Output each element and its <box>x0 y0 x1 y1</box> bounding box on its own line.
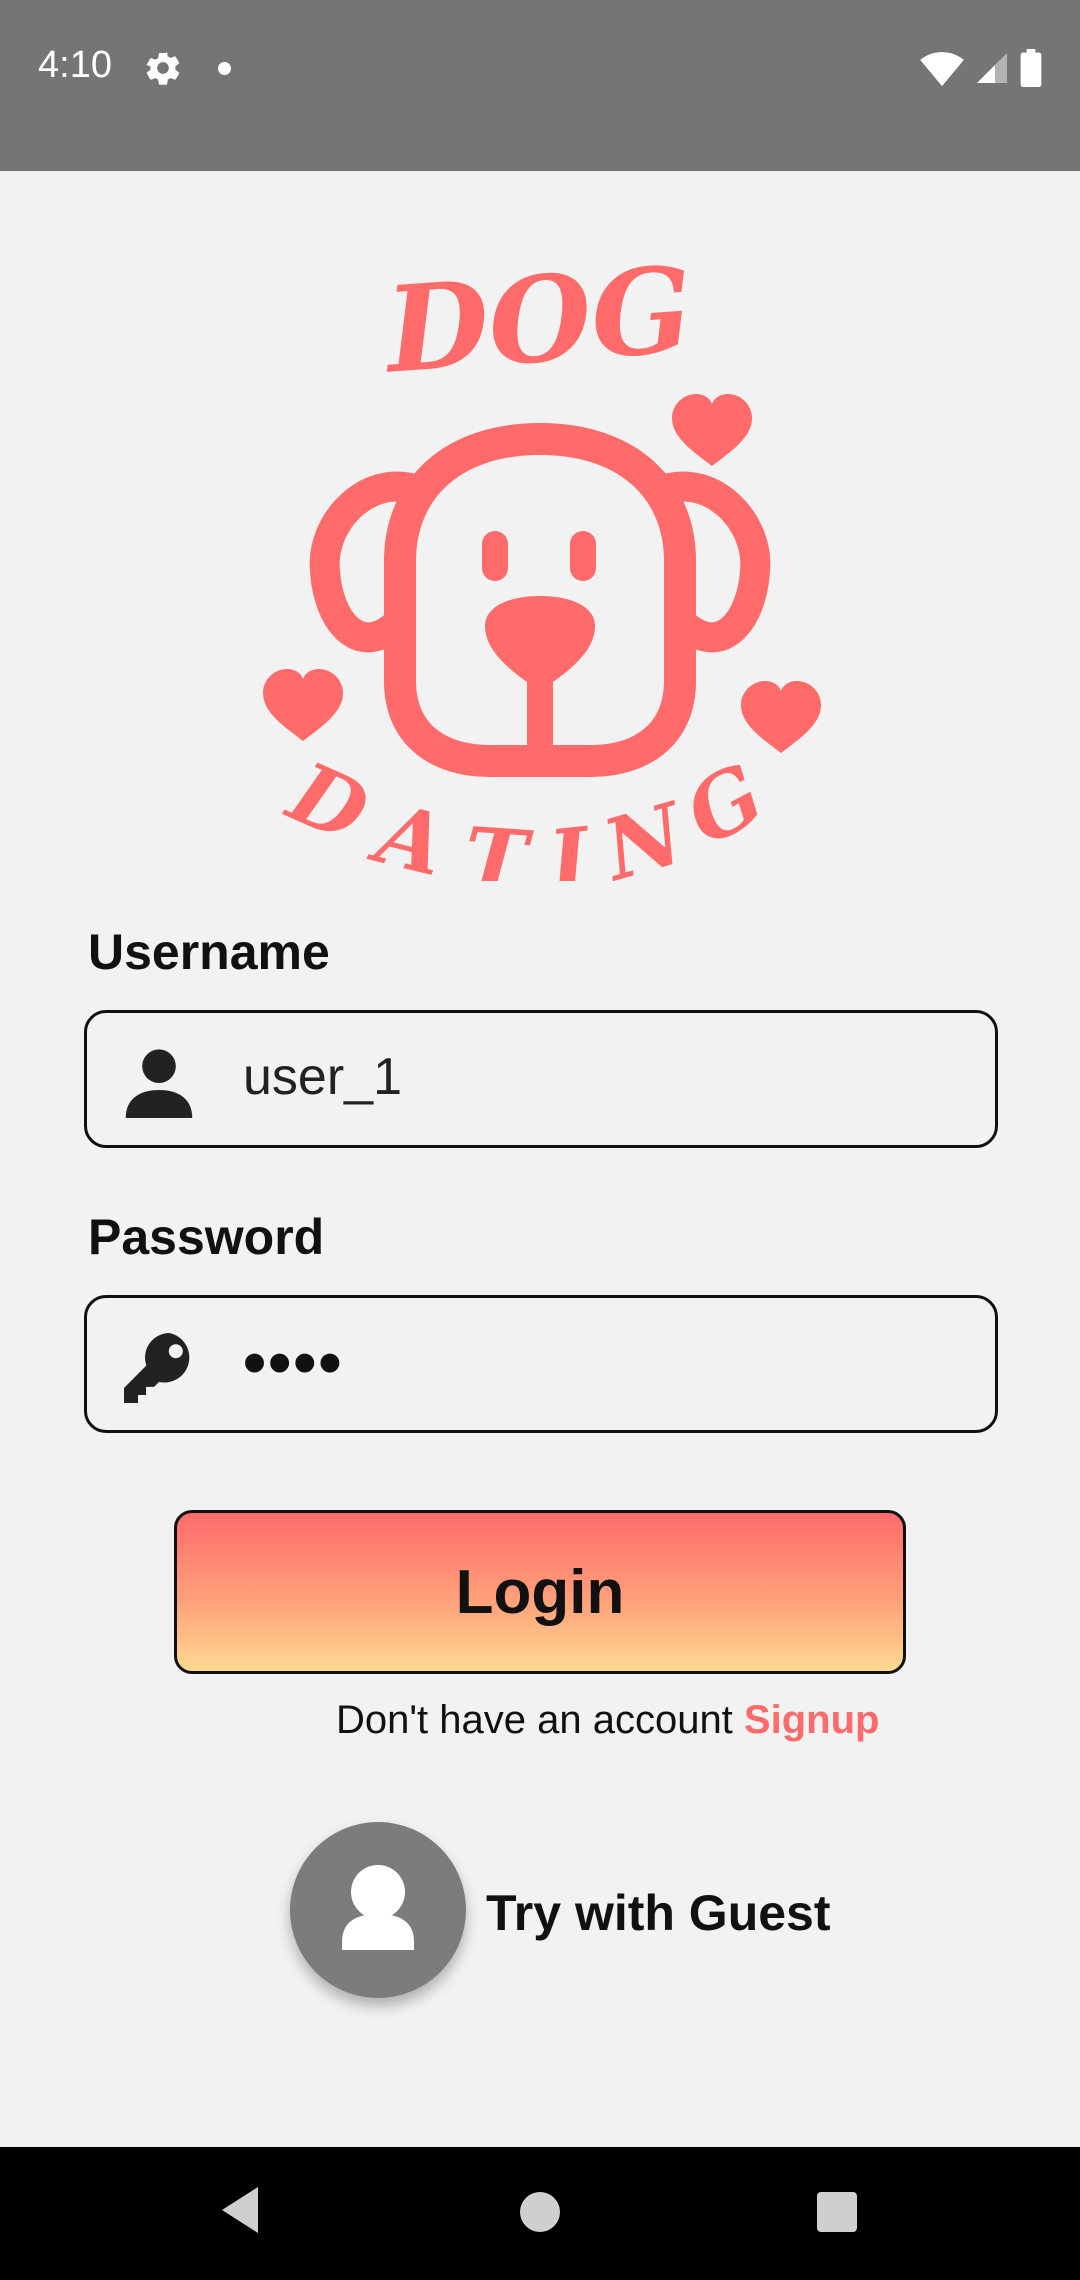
guest-button[interactable] <box>290 1822 466 1998</box>
signup-link[interactable]: Signup <box>744 1698 880 1742</box>
status-bar: 4:10 <box>0 0 1080 171</box>
wifi-icon <box>920 48 964 93</box>
status-time: 4:10 <box>38 44 112 86</box>
svg-text:A: A <box>361 782 455 881</box>
svg-text:T: T <box>461 808 536 881</box>
password-value: •••• <box>243 1325 344 1399</box>
username-value: user_1 <box>243 1048 402 1106</box>
app-logo: DOG D A T I N G <box>250 221 830 911</box>
svg-text:D: D <box>274 741 383 862</box>
svg-text:DOG: DOG <box>379 240 697 400</box>
navigation-bar <box>0 2147 1080 2280</box>
recents-icon[interactable] <box>817 2192 857 2232</box>
username-field[interactable]: user_1 <box>84 1010 998 1148</box>
gear-icon <box>143 48 183 93</box>
login-screen: DOG D A T I N G Username user_1 Password… <box>0 171 1080 2147</box>
signup-prompt: Don't have an account <box>336 1698 733 1742</box>
guest-label[interactable]: Try with Guest <box>486 1884 831 1942</box>
person-icon <box>342 1865 414 1950</box>
signal-icon <box>974 50 1010 91</box>
battery-icon <box>1020 49 1042 92</box>
username-label: Username <box>88 924 330 980</box>
person-icon <box>117 1041 201 1125</box>
login-button[interactable]: Login <box>174 1510 906 1674</box>
status-icons <box>920 48 1042 93</box>
back-icon[interactable] <box>218 2185 262 2240</box>
signup-row: Don't have an account Signup <box>336 1698 879 1743</box>
password-field[interactable]: •••• <box>84 1295 998 1433</box>
svg-text:I: I <box>543 808 597 881</box>
svg-text:G: G <box>670 744 780 865</box>
notification-dot-icon <box>218 62 231 75</box>
password-label: Password <box>88 1209 325 1265</box>
key-icon <box>117 1326 201 1410</box>
home-icon[interactable] <box>520 2192 560 2232</box>
